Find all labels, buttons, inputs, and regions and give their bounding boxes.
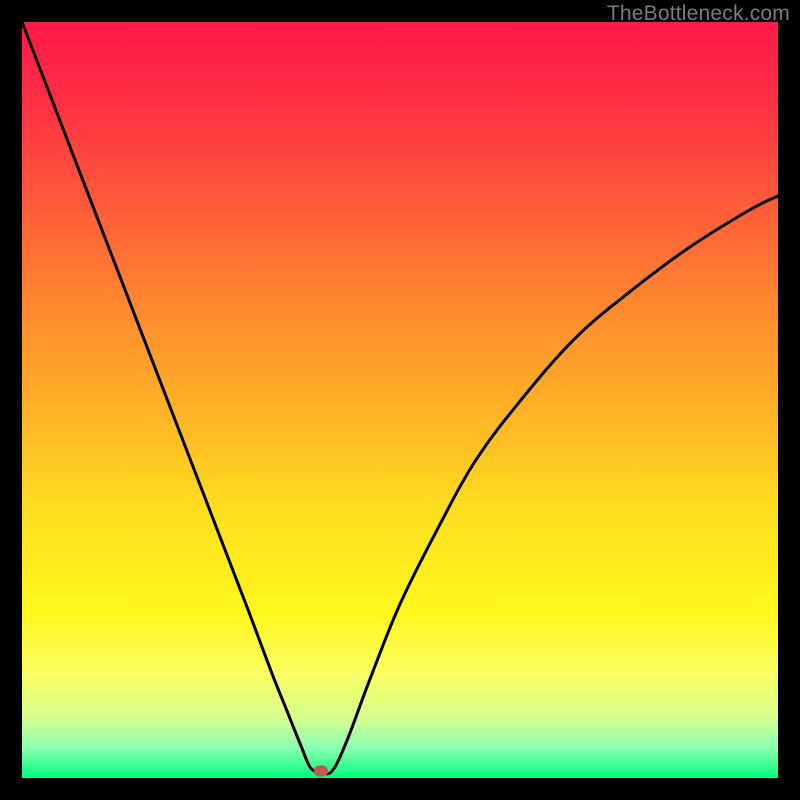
- chart-frame: TheBottleneck.com: [0, 0, 800, 800]
- plot-area: [22, 22, 778, 778]
- bottleneck-curve: [22, 22, 778, 778]
- curve-vertex-marker: [314, 766, 328, 777]
- watermark-text: TheBottleneck.com: [607, 2, 790, 26]
